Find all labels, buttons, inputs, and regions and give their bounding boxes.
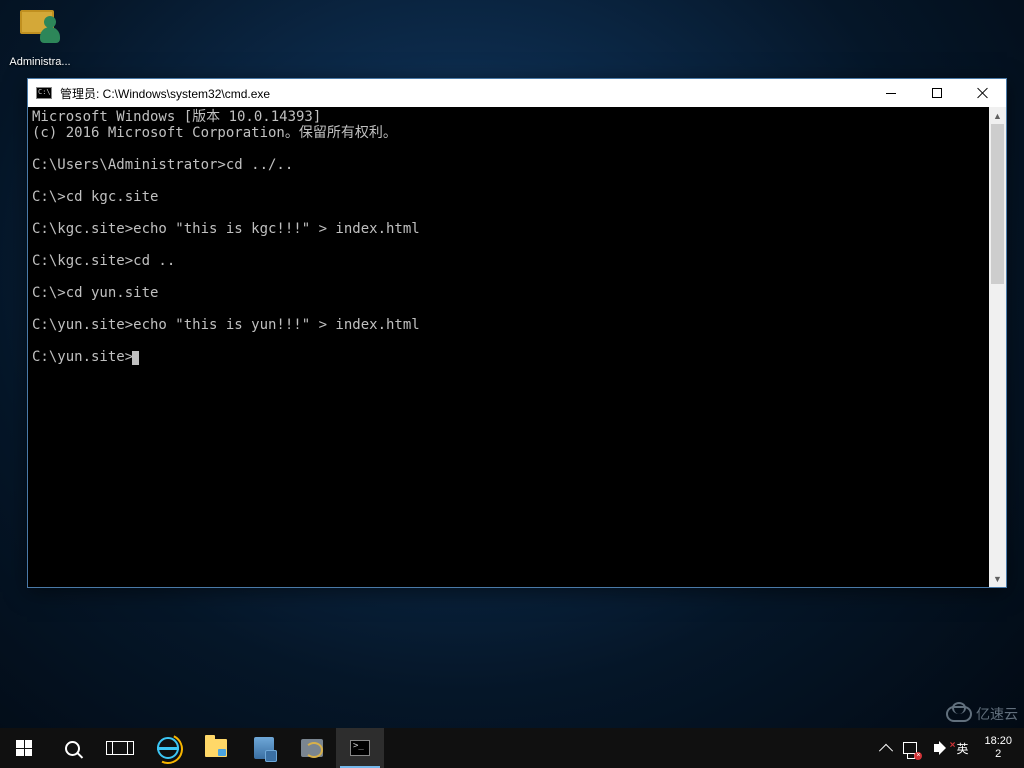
terminal-cursor [132,351,139,365]
ie-app[interactable] [144,728,192,768]
server-manager-app[interactable] [240,728,288,768]
system-tray[interactable]: × × 英 18:20 2 [872,728,1024,768]
titlebar[interactable]: 管理员: C:\Windows\system32\cmd.exe [28,79,1006,107]
cmd-app[interactable] [336,728,384,768]
disk-icon [301,739,323,757]
scroll-thumb[interactable] [991,124,1004,284]
terminal-output[interactable]: Microsoft Windows [版本 10.0.14393] (c) 20… [28,107,989,587]
minimize-icon [886,93,896,94]
window-controls [868,79,1006,107]
sound-status[interactable]: × [926,740,946,756]
clock[interactable]: 18:20 2 [978,735,1018,761]
maximize-button[interactable] [914,79,960,107]
window-title: 管理员: C:\Windows\system32\cmd.exe [58,85,868,102]
cmd-app-icon [36,87,52,99]
cmd-icon [350,740,370,756]
clock-date: 2 [984,748,1012,761]
disk-tool-app[interactable] [288,728,336,768]
close-button[interactable] [960,79,1006,107]
maximize-icon [932,88,942,98]
tray-overflow-button[interactable] [878,740,894,756]
taskview-icon [111,741,129,755]
search-icon [65,741,80,756]
taskbar-spacer [384,728,872,768]
folder-icon [205,739,227,757]
scroll-down-button[interactable]: ▼ [989,570,1006,587]
close-icon [977,87,989,99]
start-button[interactable] [0,728,48,768]
speaker-icon [934,744,939,752]
network-error-badge: × [914,752,922,760]
server-icon [254,737,274,759]
cmd-window[interactable]: 管理员: C:\Windows\system32\cmd.exe Microso… [27,78,1007,588]
desktop-icon-label: Administra... [2,56,78,68]
ie-icon [157,737,179,759]
watermark: 亿速云 [946,704,1018,724]
minimize-button[interactable] [868,79,914,107]
cloud-icon [946,706,972,722]
search-button[interactable] [48,728,96,768]
administrator-desktop-icon[interactable]: Administra... [2,6,78,68]
taskview-button[interactable] [96,728,144,768]
scroll-up-button[interactable]: ▲ [989,107,1006,124]
mute-badge: × [950,740,956,751]
vertical-scrollbar[interactable]: ▲ ▼ [989,107,1006,587]
file-explorer-app[interactable] [192,728,240,768]
chevron-up-icon [879,744,893,758]
watermark-text: 亿速云 [976,704,1018,724]
ime-indicator[interactable]: 英 [954,740,970,756]
windows-icon [16,740,32,756]
taskbar[interactable]: × × 英 18:20 2 [0,728,1024,768]
network-status[interactable]: × [902,740,918,756]
clock-time: 18:20 [984,735,1012,748]
user-admin-icon [16,6,64,54]
